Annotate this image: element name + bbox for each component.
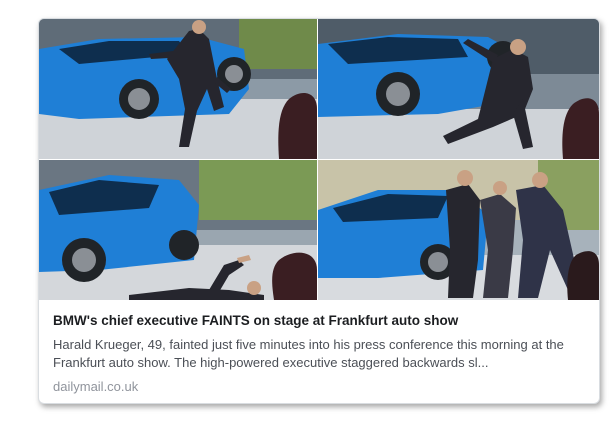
card-text[interactable]: BMW's chief executive FAINTS on stage at… — [53, 312, 588, 395]
link-preview-card[interactable]: BMW's chief executive FAINTS on stage at… — [38, 18, 600, 404]
card-title[interactable]: BMW's chief executive FAINTS on stage at… — [53, 312, 588, 330]
photo-falling — [318, 19, 599, 159]
collage-divider-horizontal — [39, 159, 599, 160]
card-source-domain[interactable]: dailymail.co.uk — [53, 379, 588, 395]
photo-helped-up — [318, 160, 599, 300]
photo-on-floor — [39, 160, 317, 300]
photo-staggering — [39, 19, 317, 159]
card-description: Harald Krueger, 49, fainted just five mi… — [53, 337, 564, 370]
photo-collage[interactable] — [39, 19, 599, 300]
